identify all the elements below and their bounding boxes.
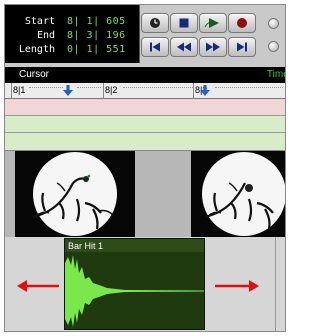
transport-radio-1[interactable] (268, 18, 279, 29)
end-marker-icon[interactable] (199, 85, 211, 97)
ruler-tick (103, 83, 104, 98)
end-label: End (36, 30, 55, 41)
stop-button[interactable] (170, 13, 198, 33)
timeline-header: Cursor Timel (5, 67, 285, 83)
ruler-tick (11, 83, 12, 98)
start-marker-icon[interactable] (62, 85, 74, 97)
return-to-start-button[interactable] (141, 37, 169, 57)
app-window: Start 8| 1| 605 End 8| 3| 196 Length 0| … (4, 4, 286, 332)
return-to-start-icon (150, 42, 160, 52)
cursor-label: Cursor (19, 69, 50, 80)
stop-icon (179, 18, 189, 28)
play-icon (204, 18, 219, 28)
start-counter[interactable]: Start 8| 1| 605 (5, 15, 139, 29)
ruler-dots (29, 87, 63, 94)
trim-right-arrow-icon[interactable] (213, 280, 259, 292)
audio-region[interactable]: Bar Hit 1 (64, 238, 205, 330)
ruler-label: 8|2 (105, 85, 118, 95)
lane-green-2[interactable] (5, 133, 285, 150)
record-icon (237, 18, 247, 28)
ruler-label: 8|1 (13, 85, 26, 95)
bars-beats-ruler[interactable]: 8|1 8|2 8|3 (5, 83, 285, 99)
go-to-end-icon (237, 42, 247, 52)
clock-icon (150, 18, 160, 28)
audio-waveform (65, 255, 204, 327)
length-label: Length (18, 44, 55, 55)
start-value[interactable]: 8| 1| 605 (67, 15, 126, 29)
video-thumbnail-image (32, 152, 117, 236)
rewind-icon (177, 42, 191, 52)
video-track[interactable] (5, 151, 285, 237)
end-counter[interactable]: End 8| 3| 196 (5, 29, 139, 43)
ruler-dots (123, 87, 193, 94)
ruler-dots (77, 87, 101, 94)
video-thumbnail-image (202, 152, 285, 236)
length-value[interactable]: 0| 1| 551 (67, 43, 126, 57)
region-name: Bar Hit 1 (68, 241, 104, 251)
length-counter[interactable]: Length 0| 1| 551 (5, 43, 139, 57)
ruler-dots (215, 87, 283, 94)
video-frame-1[interactable] (15, 151, 135, 237)
video-frame-2[interactable] (191, 151, 285, 237)
marker-lane[interactable] (5, 99, 285, 115)
transport-controls (141, 13, 279, 59)
counter-display: Start 8| 1| 605 End 8| 3| 196 Length 0| … (5, 5, 140, 63)
play-button[interactable] (199, 13, 227, 33)
record-button[interactable] (228, 13, 256, 33)
fast-forward-button[interactable] (199, 37, 227, 57)
track-edge (275, 237, 276, 331)
audio-track[interactable]: Bar Hit 1 (5, 237, 285, 331)
transport-radio-2[interactable] (268, 41, 279, 52)
lane-green-1[interactable] (5, 116, 285, 132)
online-button[interactable] (141, 13, 169, 33)
go-to-end-button[interactable] (228, 37, 256, 57)
start-label: Start (24, 16, 55, 27)
rewind-button[interactable] (170, 37, 198, 57)
trim-left-arrow-icon[interactable] (17, 280, 61, 292)
timeline-label: Timel (266, 69, 285, 80)
fast-forward-icon (206, 42, 220, 52)
end-value[interactable]: 8| 3| 196 (67, 29, 126, 43)
ruler-tick (193, 83, 194, 98)
